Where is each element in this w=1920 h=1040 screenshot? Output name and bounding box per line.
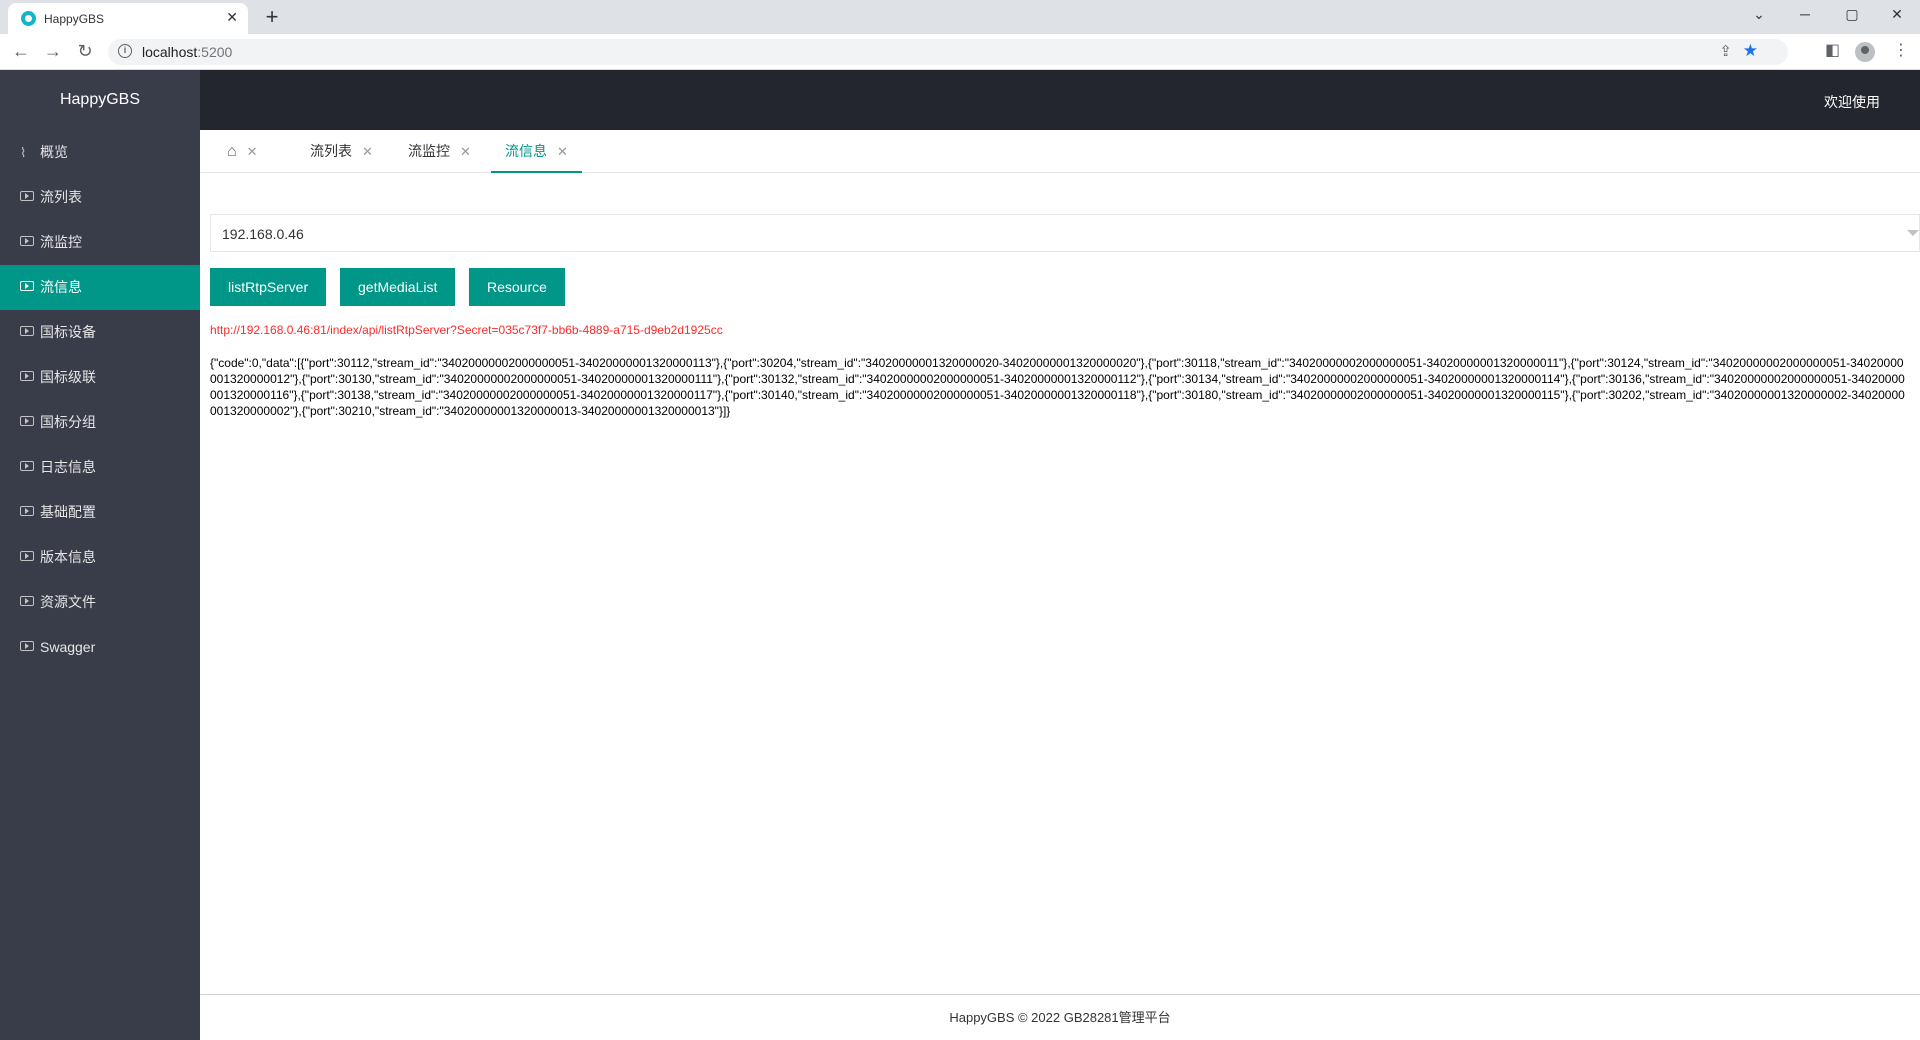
sidebar-item-gb-devices[interactable]: 国标设备 <box>0 310 200 355</box>
close-icon[interactable]: ✕ <box>460 144 471 159</box>
browser-tabbar: HappyGBS ✕ + ⌄ ─ ▢ ✕ <box>0 0 1920 34</box>
sidebar-item-basic-config[interactable]: 基础配置 <box>0 490 200 535</box>
sidebar-item-label: 国标分组 <box>40 414 96 430</box>
api-url: http://192.168.0.46:81/index/api/listRtp… <box>210 323 723 337</box>
list-rtp-server-button[interactable]: listRtpServer <box>210 268 327 306</box>
tab-home[interactable]: ⌂ ✕ <box>227 130 258 173</box>
sidebar-item-label: 版本信息 <box>40 549 96 565</box>
play-square-icon <box>20 281 34 292</box>
reload-icon[interactable]: ↻ <box>74 41 96 62</box>
sidebar-item-label: 流监控 <box>40 234 82 250</box>
tab-stream-info[interactable]: 流信息 ✕ <box>491 130 582 173</box>
minimize-button[interactable]: ─ <box>1795 6 1815 22</box>
info-icon[interactable]: i <box>118 44 132 58</box>
sidebar: HappyGBS ⌇ 概览 流列表 流监控 流信息 国标设备 国标级联 国标分组 … <box>0 70 200 1040</box>
tab-label: 流监控 <box>408 143 450 159</box>
welcome-text[interactable]: 欢迎使用 <box>1824 92 1880 112</box>
browser-tab-close-icon[interactable]: ✕ <box>226 9 238 26</box>
sidebar-item-resources[interactable]: 资源文件 <box>0 580 200 625</box>
address-bar[interactable]: i localhost:5200 ⇪ ★ <box>108 39 1788 65</box>
sidebar-item-label: 国标设备 <box>40 324 96 340</box>
sidebar-item-label: 流列表 <box>40 189 82 205</box>
sidebar-item-label: 日志信息 <box>40 459 96 475</box>
sidebar-item-logs[interactable]: 日志信息 <box>0 445 200 490</box>
side-panel-icon[interactable]: ◧ <box>1825 40 1840 60</box>
top-header: 欢迎使用 <box>200 70 1920 130</box>
page-tabs: ⌂ ✕ 流列表 ✕ 流监控 ✕ 流信息 ✕ <box>200 130 1920 173</box>
dropdown-arrow-icon[interactable] <box>1907 230 1919 236</box>
browser-toolbar: ← → ↻ i localhost:5200 ⇪ ★ ◧ ⋮ <box>0 34 1920 70</box>
url-text[interactable]: localhost:5200 <box>142 44 232 60</box>
sidebar-item-label: 资源文件 <box>40 594 96 610</box>
menu-kebab-icon[interactable]: ⋮ <box>1893 40 1909 60</box>
favicon-icon <box>21 11 36 26</box>
forward-arrow-icon[interactable]: → <box>42 41 64 62</box>
window-close-button[interactable]: ✕ <box>1887 6 1907 23</box>
footer: HappyGBS © 2022 GB28281管理平台 <box>200 994 1920 1040</box>
server-select-value: 192.168.0.46 <box>222 226 304 242</box>
app-logo: HappyGBS <box>59 91 141 108</box>
resource-button[interactable]: Resource <box>469 268 565 306</box>
server-select[interactable]: 192.168.0.46 <box>210 214 1920 252</box>
play-square-icon <box>20 506 34 517</box>
maximize-button[interactable]: ▢ <box>1842 6 1862 23</box>
back-arrow-icon[interactable]: ← <box>10 41 32 62</box>
play-square-icon <box>20 191 34 202</box>
new-tab-button[interactable]: + <box>258 3 286 31</box>
get-media-list-button[interactable]: getMediaList <box>340 268 456 306</box>
play-square-icon <box>20 326 34 337</box>
tab-label: 流列表 <box>310 143 352 159</box>
sidebar-item-overview[interactable]: ⌇ 概览 <box>0 130 200 175</box>
close-icon[interactable]: ✕ <box>247 144 258 159</box>
pulse-icon: ⌇ <box>20 145 27 160</box>
browser-tab-title: HappyGBS <box>44 12 105 26</box>
play-square-icon <box>20 236 34 247</box>
tab-search-chevron-icon[interactable]: ⌄ <box>1749 6 1769 23</box>
close-icon[interactable]: ✕ <box>557 144 568 159</box>
sidebar-item-label: 概览 <box>40 144 68 160</box>
url-port: :5200 <box>197 44 233 60</box>
sidebar-item-gb-cascade[interactable]: 国标级联 <box>0 355 200 400</box>
play-square-icon <box>20 461 34 472</box>
sidebar-item-gb-group[interactable]: 国标分组 <box>0 400 200 445</box>
tab-stream-list[interactable]: 流列表 ✕ <box>310 130 373 173</box>
sidebar-item-label: 流信息 <box>40 279 82 295</box>
sidebar-item-label: Swagger <box>40 639 96 655</box>
sidebar-item-label: 国标级联 <box>40 369 96 385</box>
url-host: localhost <box>142 44 198 60</box>
sidebar-item-stream-info[interactable]: 流信息 <box>0 265 200 310</box>
sidebar-item-version[interactable]: 版本信息 <box>0 535 200 580</box>
sidebar-item-stream-monitor[interactable]: 流监控 <box>0 220 200 265</box>
sidebar-item-swagger[interactable]: Swagger <box>0 625 200 670</box>
tab-label: 流信息 <box>505 143 547 159</box>
tab-stream-monitor[interactable]: 流监控 ✕ <box>408 130 471 173</box>
sidebar-item-stream-list[interactable]: 流列表 <box>0 175 200 220</box>
play-square-icon <box>20 641 34 652</box>
browser-tab[interactable]: HappyGBS ✕ <box>8 3 248 34</box>
play-square-icon <box>20 371 34 382</box>
play-square-icon <box>20 596 34 607</box>
api-result: {"code":0,"data":[{"port":30112,"stream_… <box>210 356 1905 418</box>
home-icon: ⌂ <box>227 143 237 160</box>
play-square-icon <box>20 416 34 427</box>
share-icon[interactable]: ⇪ <box>1719 42 1732 60</box>
sidebar-item-label: 基础配置 <box>40 504 96 520</box>
play-square-icon <box>20 551 34 562</box>
close-icon[interactable]: ✕ <box>362 144 373 159</box>
profile-avatar[interactable] <box>1855 42 1875 62</box>
star-icon[interactable]: ★ <box>1743 41 1758 61</box>
